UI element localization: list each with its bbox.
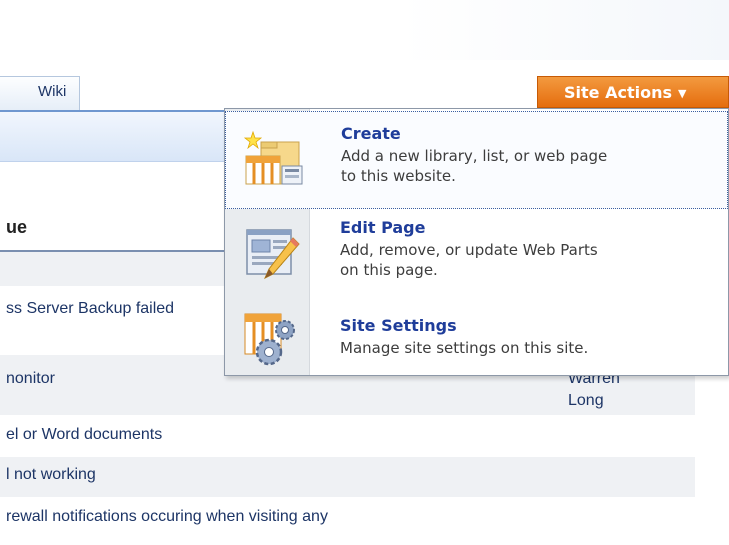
row-title-link[interactable]: el or Word documents <box>6 426 162 443</box>
column-heading[interactable]: ue <box>0 214 229 252</box>
row-title-link[interactable]: ss Server Backup failed <box>6 300 174 317</box>
menu-item-create[interactable]: Create Add a new library, list, or web p… <box>225 111 728 209</box>
row-title-link[interactable]: nonitor <box>6 370 55 387</box>
menu-item-create-desc-line1: Add a new library, list, or web page <box>341 147 608 165</box>
row-title-link[interactable]: rewall notifications occuring when visit… <box>6 508 328 525</box>
list-toolbar-bar <box>0 110 229 162</box>
site-settings-icon <box>243 310 303 374</box>
table-row[interactable]: rewall notifications occuring when visit… <box>6 508 328 526</box>
chevron-down-icon: ▼ <box>677 87 687 100</box>
menu-item-create-desc-line2: to this website. <box>341 167 456 185</box>
top-background <box>0 0 729 60</box>
menu-item-site-settings[interactable]: Site Settings Manage site settings on th… <box>225 302 728 374</box>
table-row[interactable]: nonitor <box>6 370 55 388</box>
table-row[interactable]: l not working <box>6 466 96 484</box>
site-actions-button[interactable]: Site Actions ▼ <box>537 76 729 108</box>
tab-wiki[interactable]: Wiki <box>0 76 80 110</box>
table-row[interactable]: el or Word documents <box>6 426 162 444</box>
assignee-last-name[interactable]: Long <box>568 392 604 410</box>
table-row[interactable]: ss Server Backup failed <box>6 300 174 318</box>
table-row-shade <box>0 457 695 497</box>
edit-page-icon <box>243 224 303 288</box>
menu-item-site-settings-desc: Manage site settings on this site. <box>340 339 589 357</box>
menu-item-site-settings-title: Site Settings <box>340 316 457 335</box>
menu-item-create-title: Create <box>341 124 401 143</box>
site-actions-menu: Create Add a new library, list, or web p… <box>224 108 729 376</box>
menu-item-edit-page-title: Edit Page <box>340 218 426 237</box>
menu-item-edit-page-desc-line2: on this page. <box>340 261 438 279</box>
menu-item-edit-page-desc-line1: Add, remove, or update Web Parts <box>340 241 598 259</box>
menu-item-edit-page[interactable]: Edit Page Add, remove, or update Web Par… <box>225 210 728 302</box>
row-title-link[interactable]: l not working <box>6 466 96 483</box>
create-icon <box>243 130 304 194</box>
tab-wiki-label: Wiki <box>38 83 67 100</box>
site-actions-label: Site Actions <box>564 83 672 102</box>
